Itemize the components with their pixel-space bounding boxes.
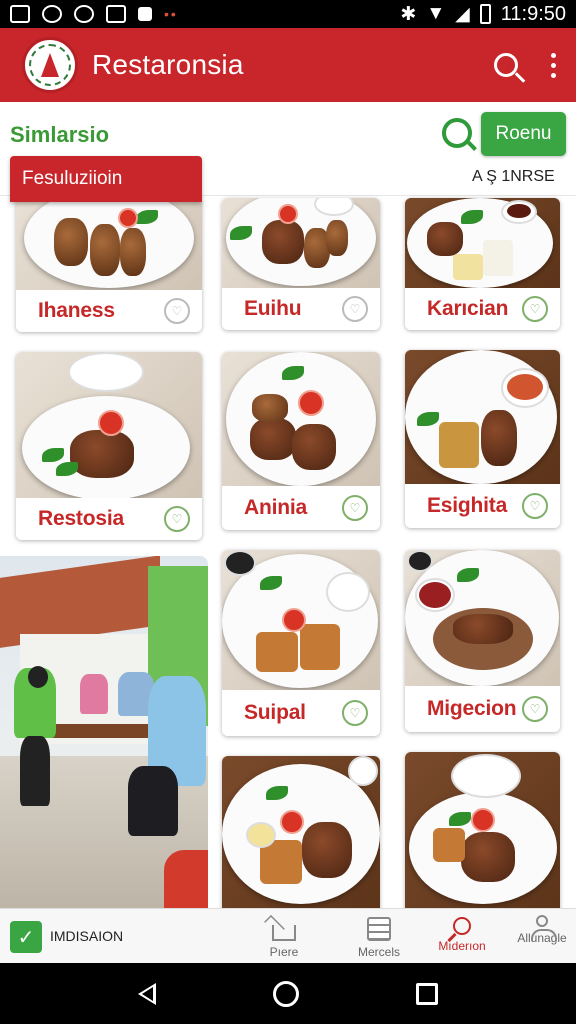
vpn-notification-icon — [74, 5, 94, 23]
dish-card[interactable]: Ihaness ♡ — [16, 198, 202, 332]
nav-label: Pıere — [269, 945, 299, 959]
nav-item-profile[interactable]: Allunagle — [506, 913, 576, 961]
home-icon — [272, 925, 296, 941]
dish-photo — [405, 350, 560, 484]
dish-card[interactable]: Suipal ♡ — [222, 550, 380, 736]
dish-name: Karıcian — [427, 297, 509, 320]
dish-card[interactable] — [405, 752, 560, 916]
check-icon[interactable]: ✓ — [10, 921, 42, 953]
dish-name: Ihaness — [38, 299, 115, 322]
dish-photo — [16, 352, 202, 498]
restaurant-photo[interactable] — [0, 556, 208, 910]
user-icon — [531, 915, 557, 941]
dish-photo — [222, 550, 380, 690]
dish-card[interactable]: Aninia ♡ — [222, 352, 380, 530]
heart-icon[interactable]: ♡ — [522, 493, 548, 519]
heart-icon[interactable]: ♡ — [164, 506, 190, 532]
menu-button[interactable]: Roenu — [481, 112, 566, 156]
dish-card[interactable] — [222, 756, 380, 916]
app-bar: Restaronsia — [0, 28, 576, 102]
results-tab[interactable]: Fesuluziioin — [10, 156, 202, 202]
back-icon[interactable] — [138, 982, 157, 1005]
app-screen: •• ✱ ▼ ◢ 11:9:50 Restaronsia Simlarsio R… — [0, 0, 576, 1024]
heart-icon[interactable]: ♡ — [342, 296, 368, 322]
recents-icon[interactable] — [415, 982, 438, 1005]
dish-photo — [222, 198, 380, 288]
dish-photo — [405, 198, 560, 288]
alarm-notification-icon — [42, 5, 62, 23]
dish-photo — [405, 550, 560, 686]
clock-time: 11:9:50 — [500, 2, 566, 25]
dish-name: Aninia — [244, 496, 307, 519]
nav-item-list[interactable]: Mercels — [343, 913, 415, 961]
dish-photo — [222, 352, 380, 486]
dish-name: Suipal — [244, 701, 306, 724]
dish-card[interactable]: Esighita ♡ — [405, 350, 560, 528]
bottom-navigation: ✓ IMDISAION Pıere Mercels Mıderıon Allun… — [0, 908, 576, 963]
search-icon — [453, 917, 471, 935]
battery-icon — [479, 4, 491, 24]
dish-name: Restosia — [38, 507, 124, 530]
status-bar: •• ✱ ▼ ◢ 11:9:50 — [0, 0, 576, 28]
dish-card[interactable]: Euihu ♡ — [222, 198, 380, 330]
dish-card[interactable]: Karıcian ♡ — [405, 198, 560, 330]
sort-label[interactable]: A Ş 1NRSE — [472, 168, 555, 186]
more-vert-icon[interactable] — [548, 52, 558, 78]
heart-icon[interactable]: ♡ — [522, 296, 548, 322]
dish-photo — [16, 198, 202, 290]
nav-label: Mercels — [357, 945, 400, 959]
image-notification-icon — [10, 5, 30, 23]
filter-search-icon[interactable] — [442, 118, 472, 148]
chart-notification-icon — [106, 5, 126, 23]
dish-card[interactable]: Migecion ♡ — [405, 550, 560, 732]
section-title: Simlarsio — [10, 122, 110, 147]
wifi-icon: ▼ — [426, 3, 446, 24]
heart-icon[interactable]: ♡ — [164, 298, 190, 324]
system-navigation — [0, 963, 576, 1024]
nav-item-search[interactable]: Mıderıon — [426, 913, 498, 961]
heart-icon[interactable]: ♡ — [522, 696, 548, 722]
nav-item-home[interactable]: Pıere — [248, 913, 320, 961]
nav-label: Mıderıon — [438, 939, 486, 953]
square-notification-icon — [138, 7, 152, 21]
dish-card[interactable]: Restosia ♡ — [16, 352, 202, 540]
home-circle-icon[interactable] — [272, 980, 299, 1007]
list-icon — [367, 917, 391, 941]
search-icon[interactable] — [494, 53, 518, 77]
heart-icon[interactable]: ♡ — [342, 495, 368, 521]
app-logo[interactable] — [22, 37, 78, 93]
badge-label[interactable]: IMDISAION — [50, 928, 123, 944]
signal-icon: ◢ — [455, 3, 470, 25]
dish-photo — [405, 752, 560, 916]
dish-name: Esighita — [427, 494, 508, 517]
dish-name: Euihu — [244, 297, 302, 320]
dish-photo — [222, 756, 380, 916]
heart-icon[interactable]: ♡ — [342, 700, 368, 726]
app-title: Restaronsia — [92, 49, 244, 80]
dish-name: Migecion — [427, 697, 517, 720]
more-notifications-icon: •• — [164, 6, 178, 22]
bluetooth-icon: ✱ — [400, 3, 417, 25]
